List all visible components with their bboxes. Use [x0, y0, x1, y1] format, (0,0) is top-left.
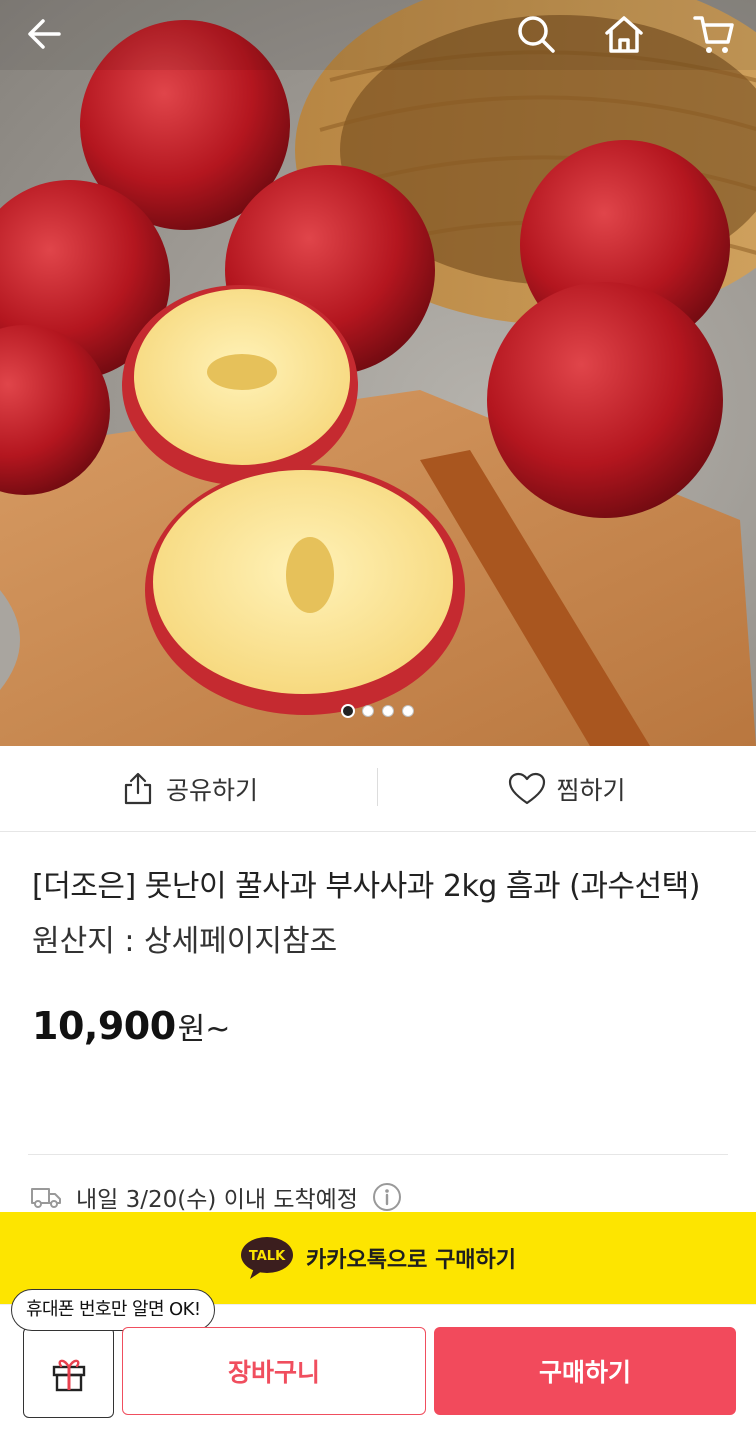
heart-icon — [509, 772, 546, 804]
back-arrow-icon[interactable] — [18, 8, 70, 60]
carousel-dot[interactable] — [402, 705, 414, 717]
price-value: 10,900 — [32, 1004, 176, 1048]
product-price: 10,900 원~ — [32, 1004, 722, 1048]
cart-icon[interactable] — [688, 8, 740, 60]
price-unit: 원~ — [177, 1012, 231, 1047]
share-wish-bar: 공유하기 찜하기 — [0, 746, 756, 832]
divider — [377, 768, 378, 806]
info-icon[interactable] — [372, 1182, 402, 1212]
product-title: [더조은] 못난이 꿀사과 부사사과 2kg 흠과 (과수선택) — [32, 869, 700, 904]
add-to-cart-button[interactable]: 장바구니 — [122, 1327, 426, 1415]
share-label: 공유하기 — [165, 775, 258, 805]
search-icon[interactable] — [510, 8, 562, 60]
bottom-purchase-bar: 휴대폰 번호만 알면 OK! 장바구니 구매하기 — [0, 1289, 756, 1429]
product-image-carousel[interactable] — [0, 0, 756, 746]
share-button[interactable]: 공유하기 — [0, 746, 378, 831]
delivery-info: 내일 3/20(수) 이내 도착예정 — [30, 1180, 402, 1214]
gift-button[interactable] — [23, 1327, 114, 1418]
gift-icon — [52, 1359, 85, 1391]
top-navigation-bar — [0, 0, 756, 70]
apple-product-photo — [0, 0, 756, 746]
product-page: 공유하기 찜하기 [더조은] 못난이 꿀사과 부사사과 2kg 흠과 (과수선택… — [0, 0, 756, 1429]
wish-label: 찜하기 — [556, 775, 626, 805]
product-origin: 원산지 : 상세페이지참조 — [32, 924, 338, 959]
share-icon — [124, 772, 152, 804]
carousel-indicator — [0, 705, 756, 717]
gift-tooltip: 휴대폰 번호만 알면 OK! — [11, 1289, 216, 1331]
home-icon[interactable] — [598, 8, 650, 60]
kakao-badge-text: TALK — [249, 1249, 286, 1264]
carousel-dot[interactable] — [342, 705, 354, 717]
wish-button[interactable]: 찜하기 — [378, 746, 756, 831]
delivery-text: 내일 3/20(수) 이내 도착예정 — [76, 1187, 358, 1213]
divider — [28, 1154, 728, 1155]
kakao-purchase-label: 카카오톡으로 구매하기 — [305, 1248, 517, 1273]
carousel-dot[interactable] — [382, 705, 394, 717]
product-info: [더조은] 못난이 꿀사과 부사사과 2kg 흠과 (과수선택) 원산지 : 상… — [32, 862, 722, 1048]
kakao-talk-icon: TALK — [240, 1237, 293, 1279]
truck-icon — [31, 1188, 61, 1208]
buy-now-button[interactable]: 구매하기 — [434, 1327, 736, 1415]
carousel-dot[interactable] — [362, 705, 374, 717]
